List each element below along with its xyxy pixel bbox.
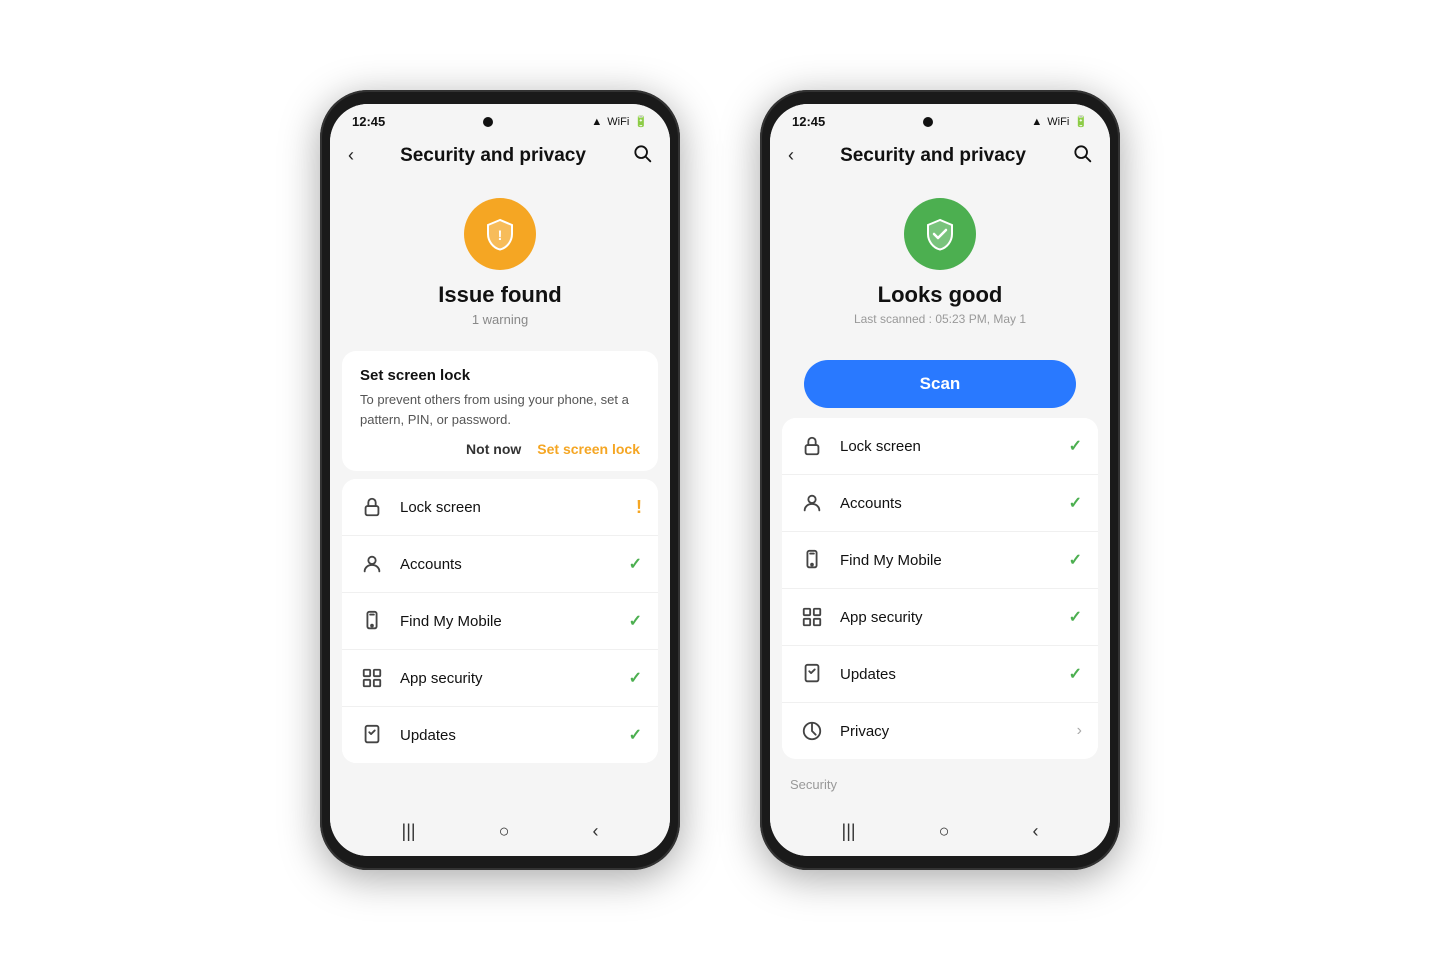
back-button-1[interactable]: ‹ bbox=[348, 145, 354, 166]
list-label-findmobile-2: Find My Mobile bbox=[840, 552, 1069, 569]
list-label-appsecurity-2: App security bbox=[840, 609, 1069, 626]
status-time-2: 12:45 bbox=[792, 114, 825, 129]
hero-section-2: Looks good Last scanned : 05:23 PM, May … bbox=[770, 180, 1110, 346]
updates-icon-1 bbox=[358, 721, 386, 749]
list-label-appsecurity-1: App security bbox=[400, 670, 629, 687]
findmobile-check-icon-2: ✓ bbox=[1069, 550, 1082, 570]
status-bar-2: 12:45 ▲ WiFi 🔋 bbox=[770, 104, 1110, 135]
appsecurity-check-icon-1: ✓ bbox=[629, 668, 642, 688]
accounts-icon-1 bbox=[358, 550, 386, 578]
lock-screen-icon-2 bbox=[798, 432, 826, 460]
list-item-lock-screen-2[interactable]: Lock screen ✓ bbox=[782, 418, 1098, 475]
lock-screen-check-icon-2: ✓ bbox=[1069, 436, 1082, 456]
updates-check-icon-2: ✓ bbox=[1069, 664, 1082, 684]
hero-title-1: Issue found bbox=[438, 282, 561, 308]
signal-icon-2: ▲ bbox=[1031, 116, 1042, 128]
battery-icon-2: 🔋 bbox=[1074, 115, 1088, 128]
status-bar-1: 12:45 ▲ WiFi 🔋 bbox=[330, 104, 670, 135]
list-label-accounts-1: Accounts bbox=[400, 556, 629, 573]
list-label-privacy-2: Privacy bbox=[840, 723, 1077, 740]
privacy-icon-2 bbox=[798, 717, 826, 745]
appsecurity-check-icon-2: ✓ bbox=[1069, 607, 1082, 627]
top-nav-1: ‹ Security and privacy bbox=[330, 135, 670, 180]
list-section-2: Lock screen ✓ Accounts ✓ bbox=[782, 418, 1098, 759]
hero-icon-circle-2 bbox=[904, 198, 976, 270]
phone-1-screen: 12:45 ▲ WiFi 🔋 ‹ Security and privacy bbox=[330, 104, 670, 856]
back-button-2[interactable]: ‹ bbox=[788, 145, 794, 166]
warning-card-desc: To prevent others from using your phone,… bbox=[360, 390, 640, 429]
list-label-lock-screen-1: Lock screen bbox=[400, 499, 636, 516]
hero-subtitle-1: 1 warning bbox=[472, 312, 528, 327]
wifi-icon-2: WiFi bbox=[1047, 116, 1069, 128]
list-item-findmobile-1[interactable]: Find My Mobile ✓ bbox=[342, 593, 658, 650]
list-label-lock-screen-2: Lock screen bbox=[840, 438, 1069, 455]
back-nav-button-1[interactable]: ‹ bbox=[592, 821, 598, 842]
search-button-1[interactable] bbox=[632, 143, 652, 168]
hero-title-2: Looks good bbox=[878, 282, 1003, 308]
warning-card-actions: Not now Set screen lock bbox=[360, 441, 640, 457]
list-item-findmobile-2[interactable]: Find My Mobile ✓ bbox=[782, 532, 1098, 589]
list-item-accounts-2[interactable]: Accounts ✓ bbox=[782, 475, 1098, 532]
recent-apps-button-1[interactable]: ||| bbox=[402, 821, 416, 842]
svg-text:!: ! bbox=[498, 227, 503, 243]
search-button-2[interactable] bbox=[1072, 143, 1092, 168]
not-now-button[interactable]: Not now bbox=[466, 441, 521, 457]
list-item-appsecurity-1[interactable]: App security ✓ bbox=[342, 650, 658, 707]
lock-screen-warning-icon-1: ! bbox=[636, 497, 642, 518]
list-item-updates-2[interactable]: Updates ✓ bbox=[782, 646, 1098, 703]
scan-button[interactable]: Scan bbox=[804, 360, 1076, 408]
screen-content-1: ! Issue found 1 warning Set screen lock … bbox=[330, 180, 670, 811]
accounts-icon-2 bbox=[798, 489, 826, 517]
back-nav-button-2[interactable]: ‹ bbox=[1032, 821, 1038, 842]
list-item-lock-screen-1[interactable]: Lock screen ! bbox=[342, 479, 658, 536]
screen-content-2: Looks good Last scanned : 05:23 PM, May … bbox=[770, 180, 1110, 811]
list-label-accounts-2: Accounts bbox=[840, 495, 1069, 512]
hero-icon-circle-1: ! bbox=[464, 198, 536, 270]
home-button-1[interactable]: ○ bbox=[499, 821, 510, 842]
list-item-accounts-1[interactable]: Accounts ✓ bbox=[342, 536, 658, 593]
list-item-updates-1[interactable]: Updates ✓ bbox=[342, 707, 658, 763]
top-nav-2: ‹ Security and privacy bbox=[770, 135, 1110, 180]
accounts-check-icon-1: ✓ bbox=[629, 554, 642, 574]
warning-card-1: Set screen lock To prevent others from u… bbox=[342, 351, 658, 471]
list-label-updates-2: Updates bbox=[840, 666, 1069, 683]
home-button-2[interactable]: ○ bbox=[939, 821, 950, 842]
appsecurity-icon-2 bbox=[798, 603, 826, 631]
signal-icon-1: ▲ bbox=[591, 116, 602, 128]
status-icons-1: ▲ WiFi 🔋 bbox=[591, 115, 648, 128]
set-screen-lock-button[interactable]: Set screen lock bbox=[537, 441, 640, 457]
battery-icon-1: 🔋 bbox=[634, 115, 648, 128]
findmobile-icon-2 bbox=[798, 546, 826, 574]
lock-screen-icon-1 bbox=[358, 493, 386, 521]
bottom-nav-2: ||| ○ ‹ bbox=[770, 811, 1110, 856]
section-label-security: Security bbox=[770, 767, 1110, 796]
recent-apps-button-2[interactable]: ||| bbox=[842, 821, 856, 842]
list-section-1: Lock screen ! Accounts ✓ bbox=[342, 479, 658, 763]
status-time-1: 12:45 bbox=[352, 114, 385, 129]
findmobile-check-icon-1: ✓ bbox=[629, 611, 642, 631]
list-item-appsecurity-2[interactable]: App security ✓ bbox=[782, 589, 1098, 646]
page-title-2: Security and privacy bbox=[840, 145, 1026, 167]
phone-1: 12:45 ▲ WiFi 🔋 ‹ Security and privacy bbox=[320, 90, 680, 870]
updates-check-icon-1: ✓ bbox=[629, 725, 642, 745]
last-scanned-text: Last scanned : 05:23 PM, May 1 bbox=[854, 312, 1026, 326]
warning-card-title: Set screen lock bbox=[360, 367, 640, 384]
hero-section-1: ! Issue found 1 warning bbox=[330, 180, 670, 343]
wifi-icon-1: WiFi bbox=[607, 116, 629, 128]
list-item-privacy-2[interactable]: Privacy › bbox=[782, 703, 1098, 759]
privacy-arrow-icon-2: › bbox=[1077, 722, 1082, 740]
status-icons-2: ▲ WiFi 🔋 bbox=[1031, 115, 1088, 128]
page-title-1: Security and privacy bbox=[400, 145, 586, 167]
camera-dot-2 bbox=[923, 117, 933, 127]
phone-2: 12:45 ▲ WiFi 🔋 ‹ Security and privacy bbox=[760, 90, 1120, 870]
findmobile-icon-1 bbox=[358, 607, 386, 635]
updates-icon-2 bbox=[798, 660, 826, 688]
phone-2-screen: 12:45 ▲ WiFi 🔋 ‹ Security and privacy bbox=[770, 104, 1110, 856]
bottom-nav-1: ||| ○ ‹ bbox=[330, 811, 670, 856]
appsecurity-icon-1 bbox=[358, 664, 386, 692]
accounts-check-icon-2: ✓ bbox=[1069, 493, 1082, 513]
camera-dot-1 bbox=[483, 117, 493, 127]
list-label-updates-1: Updates bbox=[400, 727, 629, 744]
list-label-findmobile-1: Find My Mobile bbox=[400, 613, 629, 630]
